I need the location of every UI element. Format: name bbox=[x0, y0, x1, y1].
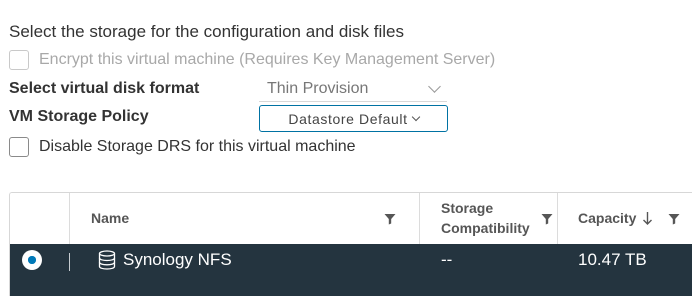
encrypt-vm-label: Encrypt this virtual machine (Requires K… bbox=[39, 51, 496, 68]
row-divider bbox=[69, 253, 70, 271]
chevron-down-icon bbox=[428, 79, 441, 93]
disable-drs-label[interactable]: Disable Storage DRS for this virtual mac… bbox=[39, 138, 356, 156]
disable-drs-checkbox[interactable] bbox=[9, 137, 29, 157]
column-header-name[interactable]: Name bbox=[91, 210, 129, 226]
disk-format-label: Select virtual disk format bbox=[9, 80, 200, 97]
column-divider[interactable] bbox=[557, 193, 558, 244]
radio-selected-dot bbox=[28, 256, 36, 264]
column-header-compatibility-line1[interactable]: Storage bbox=[441, 200, 493, 216]
column-divider[interactable] bbox=[69, 193, 70, 244]
disable-drs-option[interactable]: Disable Storage DRS for this virtual mac… bbox=[9, 137, 356, 157]
row-select-radio[interactable] bbox=[22, 250, 42, 270]
storage-policy-label: VM Storage Policy bbox=[9, 108, 149, 125]
filter-icon[interactable] bbox=[541, 213, 553, 225]
storage-policy-value: Datastore Default bbox=[288, 110, 408, 127]
encrypt-vm-checkbox bbox=[9, 50, 29, 70]
datastore-name: Synology NFS bbox=[123, 250, 232, 269]
datastore-icon bbox=[98, 250, 116, 270]
column-divider[interactable] bbox=[419, 193, 420, 244]
encrypt-vm-option: Encrypt this virtual machine (Requires K… bbox=[9, 50, 495, 70]
sort-descending-icon[interactable] bbox=[642, 211, 653, 226]
datastore-capacity: 10.47 TB bbox=[578, 250, 647, 269]
filter-icon[interactable] bbox=[668, 213, 680, 225]
column-header-compatibility-line2[interactable]: Compatibility bbox=[441, 220, 530, 236]
storage-policy-dropdown[interactable]: Datastore Default bbox=[259, 105, 448, 132]
column-header-capacity[interactable]: Capacity bbox=[578, 210, 636, 226]
datastore-grid: Name Storage Compatibility Capacity Syno… bbox=[9, 192, 692, 296]
grid-header: Name Storage Compatibility Capacity bbox=[10, 193, 692, 244]
disk-format-value: Thin Provision bbox=[267, 79, 369, 97]
datastore-compatibility: -- bbox=[441, 250, 453, 269]
filter-icon[interactable] bbox=[384, 213, 396, 225]
storage-heading: Select the storage for the configuration… bbox=[9, 22, 405, 41]
disk-format-select[interactable]: Thin Provision bbox=[259, 76, 447, 102]
table-row[interactable]: Synology NFS -- 10.47 TB bbox=[10, 244, 692, 296]
chevron-down-icon bbox=[411, 112, 420, 122]
